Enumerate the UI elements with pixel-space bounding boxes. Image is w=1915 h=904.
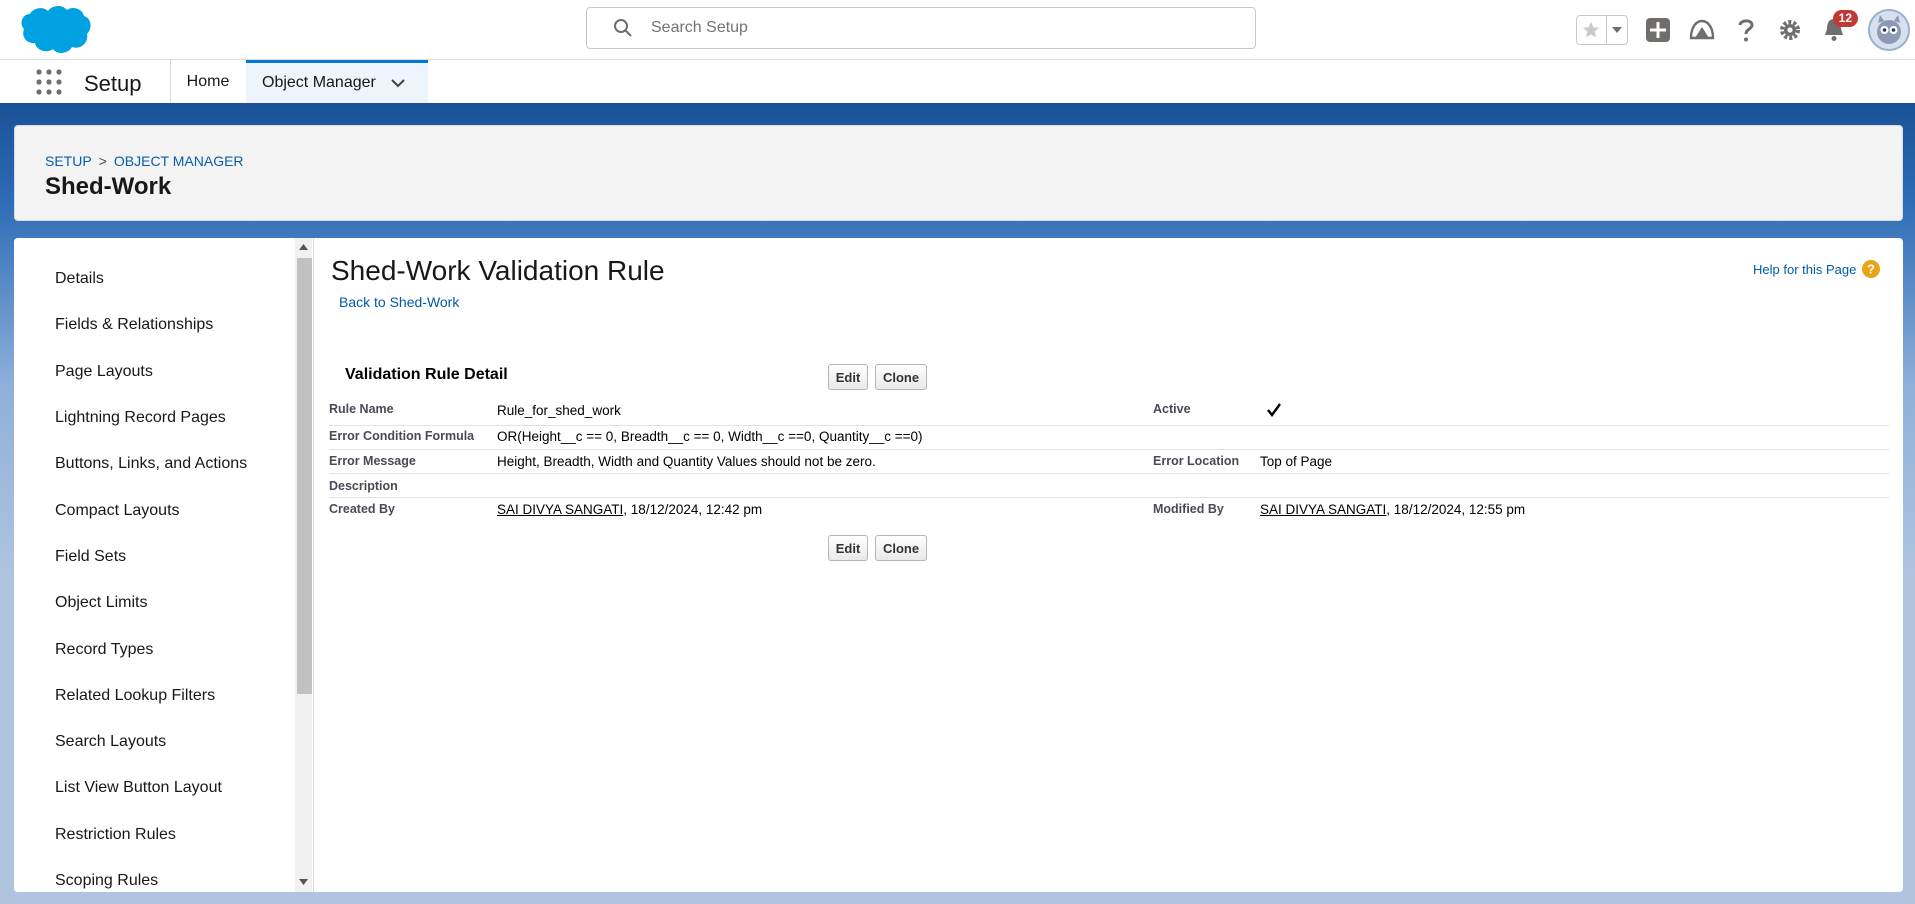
modified-by-label: Modified By: [1153, 502, 1224, 516]
notification-badge: 12: [1832, 10, 1858, 27]
sidebar-scroll-thumb[interactable]: [297, 258, 312, 694]
sidebar-item-related-lookup-filters[interactable]: Related Lookup Filters: [14, 673, 247, 719]
breadcrumb-setup[interactable]: SETUP: [45, 153, 92, 169]
tab-home[interactable]: Home: [171, 60, 245, 103]
search-icon: [613, 18, 633, 38]
modified-by-value: SAI DIVYA SANGATI, 18/12/2024, 12:55 pm: [1260, 502, 1525, 517]
detail-row-created: Created By SAI DIVYA SANGATI, 18/12/2024…: [329, 498, 1889, 524]
salesforce-logo[interactable]: [18, 3, 92, 55]
sidebar-item-lightning-record-pages[interactable]: Lightning Record Pages: [14, 395, 247, 441]
detail-row-message: Error Message Height, Breadth, Width and…: [329, 450, 1889, 474]
formula-value: OR(Height__c == 0, Breadth__c == 0, Widt…: [497, 429, 923, 444]
avatar[interactable]: [1868, 9, 1910, 51]
modified-by-date: , 18/12/2024, 12:55 pm: [1386, 502, 1526, 517]
sidebar-item-search-layouts[interactable]: Search Layouts: [14, 719, 247, 765]
sidebar-item-field-sets[interactable]: Field Sets: [14, 534, 247, 580]
sidebar-item-restriction-rules[interactable]: Restriction Rules: [14, 812, 247, 858]
back-link[interactable]: Back to Shed-Work: [339, 294, 459, 310]
header-actions: 12: [1576, 9, 1910, 51]
rule-name-label: Rule Name: [329, 402, 394, 416]
error-message-value: Height, Breadth, Width and Quantity Valu…: [497, 454, 876, 469]
gear-icon[interactable]: [1776, 16, 1804, 44]
formula-label: Error Condition Formula: [329, 429, 475, 443]
page-title: Shed-Work: [45, 173, 172, 200]
svg-text:?: ?: [1867, 262, 1875, 277]
created-by-label: Created By: [329, 502, 395, 516]
active-label: Active: [1153, 402, 1191, 416]
rule-name-value: Rule_for_shed_work: [497, 403, 621, 418]
help-circle-icon: ?: [1862, 260, 1881, 278]
search-box[interactable]: [586, 7, 1256, 49]
breadcrumb: SETUP > OBJECT MANAGER: [45, 153, 244, 169]
sidebar-item-compact-layouts[interactable]: Compact Layouts: [14, 487, 247, 533]
created-by-date: , 18/12/2024, 12:42 pm: [623, 502, 763, 517]
breadcrumb-object-manager[interactable]: OBJECT MANAGER: [114, 153, 244, 169]
bell-icon[interactable]: 12: [1820, 10, 1858, 44]
edit-button-bottom[interactable]: Edit: [828, 535, 868, 561]
star-icon[interactable]: [1577, 16, 1606, 44]
help-link[interactable]: Help for this Page ?: [1753, 260, 1881, 278]
sidebar-item-scoping-rules[interactable]: Scoping Rules: [14, 858, 247, 892]
sidebar: Details Fields & Relationships Page Layo…: [14, 238, 314, 892]
global-header: 12: [0, 0, 1915, 60]
sidebar-item-page-layouts[interactable]: Page Layouts: [14, 349, 247, 395]
detail-section-title: Validation Rule Detail: [345, 366, 508, 383]
help-icon[interactable]: [1732, 16, 1760, 44]
rule-title: Shed-Work Validation Rule: [331, 255, 665, 286]
breadcrumb-separator: >: [98, 153, 107, 169]
edit-button[interactable]: Edit: [828, 364, 868, 390]
trailhead-icon[interactable]: [1688, 16, 1716, 44]
clone-button[interactable]: Clone: [875, 364, 927, 390]
chevron-down-icon[interactable]: [1605, 16, 1627, 44]
sidebar-item-buttons-links-actions[interactable]: Buttons, Links, and Actions: [14, 441, 247, 487]
scroll-up-icon[interactable]: [296, 241, 311, 253]
detail-row-rule-name: Rule Name Rule_for_shed_work Active: [329, 398, 1889, 426]
favorites-group: [1576, 15, 1628, 45]
scroll-down-icon[interactable]: [296, 876, 311, 888]
content-card: Details Fields & Relationships Page Layo…: [14, 238, 1903, 892]
app-launcher-icon[interactable]: [36, 69, 62, 95]
tab-object-manager-label: Object Manager: [262, 74, 376, 91]
help-link-label: Help for this Page: [1753, 261, 1857, 277]
error-message-label: Error Message: [329, 454, 416, 468]
detail-row-description: Description: [329, 474, 1889, 498]
main-panel: Shed-Work Validation Rule Back to Shed-W…: [314, 238, 1903, 892]
nav-bar: Setup Home Object Manager: [0, 60, 1915, 106]
created-by-user-link[interactable]: SAI DIVYA SANGATI: [497, 502, 623, 517]
sidebar-item-record-types[interactable]: Record Types: [14, 626, 247, 672]
app-name: Setup: [84, 71, 142, 96]
chevron-down-icon[interactable]: [390, 75, 406, 91]
sidebar-list: Details Fields & Relationships Page Layo…: [14, 256, 247, 892]
sidebar-item-fields-relationships[interactable]: Fields & Relationships: [14, 302, 247, 348]
description-label: Description: [329, 479, 398, 493]
active-checkmark-icon: [1266, 402, 1282, 421]
modified-by-user-link[interactable]: SAI DIVYA SANGATI: [1260, 502, 1386, 517]
created-by-value: SAI DIVYA SANGATI, 18/12/2024, 12:42 pm: [497, 502, 762, 517]
sidebar-item-object-limits[interactable]: Object Limits: [14, 580, 247, 626]
tab-object-manager[interactable]: Object Manager: [246, 60, 428, 103]
sidebar-item-details[interactable]: Details: [14, 256, 247, 302]
search-input[interactable]: [651, 19, 1211, 37]
page-header: SETUP > OBJECT MANAGER Shed-Work: [14, 125, 1903, 221]
sidebar-item-list-view-button-layout[interactable]: List View Button Layout: [14, 765, 247, 811]
plus-icon[interactable]: [1644, 16, 1672, 44]
error-location-value: Top of Page: [1260, 454, 1333, 469]
detail-row-formula: Error Condition Formula OR(Height__c == …: [329, 426, 1889, 450]
clone-button-bottom[interactable]: Clone: [875, 535, 927, 561]
error-location-label: Error Location: [1153, 454, 1240, 468]
